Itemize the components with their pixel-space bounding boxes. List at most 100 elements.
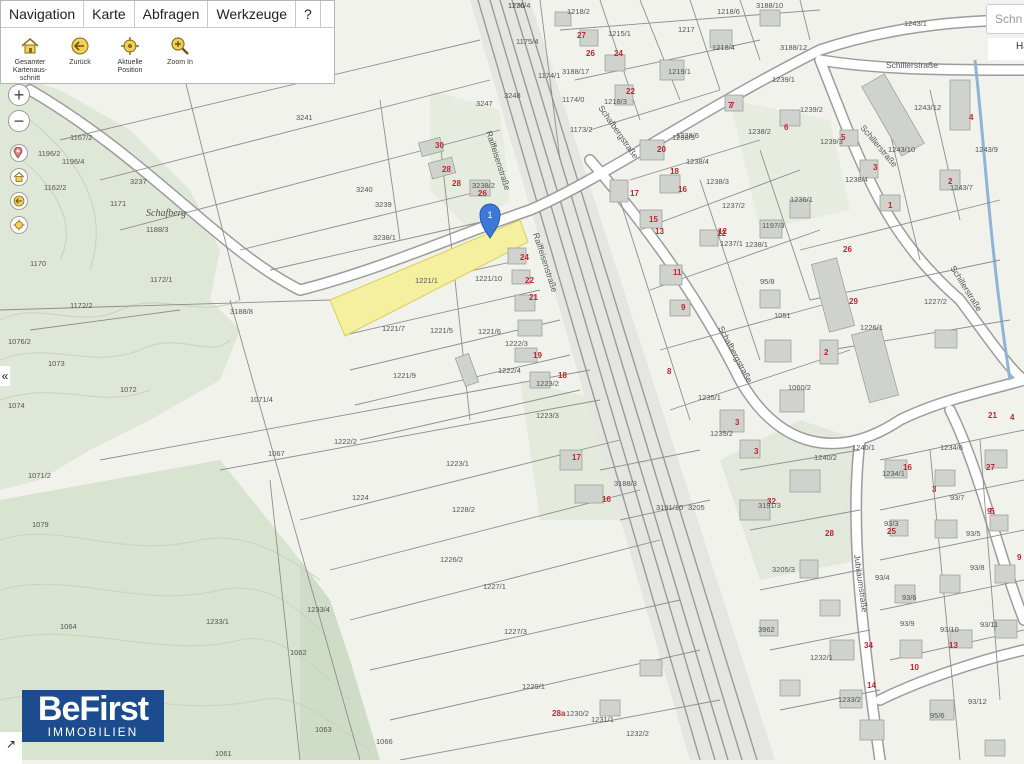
current-position-button[interactable]: Aktuelle Position [105,36,155,83]
house-number-label: 9 [1017,553,1022,562]
parcel-label: 1233/1 [206,617,229,626]
collapse-panel-button[interactable]: « [0,366,10,386]
befirst-logo: BeFirst IMMOBILIEN [22,690,164,742]
parcel-label: 95/6 [930,711,945,720]
toolbar-tools: Gesamter Kartenaus-schnitt Zurück Aktuel… [1,28,334,83]
parcel-label: 1228/2 [452,505,475,514]
tab-help[interactable]: ? [296,1,321,27]
parcel-label: 1232/2 [626,729,649,738]
back-button[interactable]: Zurück [55,36,105,83]
parcel-label: 1230/2 [566,709,589,718]
house-number-label: 12 [717,229,726,238]
house-number-label: 28 [825,529,834,538]
tab-abfragen[interactable]: Abfragen [135,1,209,27]
parcel-label: 1221/6 [478,327,501,336]
house-number-label: 3 [735,418,740,427]
house-number-label: 14 [867,681,876,690]
home-small-icon [13,171,25,182]
parcel-label: 1197/3 [762,221,784,230]
house-number-label: 5 [841,133,846,142]
parcel-label: 93/9 [900,619,915,628]
parcel-label: 1067 [268,449,285,458]
parcel-label: 95/8 [760,277,775,286]
house-number-label: 10 [910,663,919,672]
parcel-label: 1064 [60,622,77,631]
parcel-label: 1066 [376,737,393,746]
parcel-label: 1226/2 [440,555,463,564]
parcel-label: 1074 [8,401,25,410]
full-extent-button[interactable]: Gesamter Kartenaus-schnitt [5,36,55,83]
tab-karte[interactable]: Karte [84,1,135,27]
parcel-label: 1218/3 [604,97,627,106]
parcel-label: 1167/2 [70,133,92,142]
navigation-toolbar: Navigation Karte Abfragen Werkzeuge ? Ge… [0,0,335,84]
parcel-label: 1229/1 [522,682,545,691]
locate-icon [121,37,139,55]
marker-label: 1 [487,210,492,220]
expand-corner-icon[interactable]: ↗ [0,732,22,764]
parcel-label: 3248 [504,91,521,100]
house-number-label: 21 [988,411,997,420]
parcel-label: 1218/4 [712,43,735,52]
search-input[interactable]: Schn [986,4,1024,34]
parcel-label: 1239/3 [820,137,843,146]
parcel-label: 1196/4 [62,157,84,166]
parcel-label: 93/4 [875,573,890,582]
logo-line-2: IMMOBILIEN [47,725,139,739]
house-number-label: 17 [572,453,581,462]
parcel-label: 1170 [30,259,46,268]
parcel-label: 1238/1 [745,240,768,249]
parcel-label: 1238/4 [845,175,868,184]
parcel-label: 3188/3 [614,479,637,488]
parcel-label: 1238/6 [676,131,699,140]
parcel-label: 1171 [110,199,126,208]
parcel-label: 93/5 [966,529,981,538]
house-number-label: 2 [948,177,953,186]
parcel-label: 3188/12 [780,43,807,52]
parcel-label: 1063 [315,725,332,734]
cadastral-map[interactable]: Schillerstraße Raiffeisenstraße Raiffeis… [0,0,1024,760]
parcel-label: 93/10 [940,625,959,634]
house-number-label: 29 [849,297,858,306]
parcel-label: 1243/1 [904,19,927,28]
back-view-button[interactable] [10,192,28,210]
parcel-label: 1234/1 [882,469,905,478]
parcel-label: 1233/4 [307,605,330,614]
home-view-button[interactable] [10,168,28,186]
parcel-label: 3241 [296,113,313,122]
parcel-label: 1221/1 [415,276,438,285]
parcel-label: 1234/6 [940,443,963,452]
parcel-label: 1222/2 [334,437,357,446]
locate-small-icon [13,219,25,231]
zoom-in-button[interactable]: + [8,84,30,106]
parcel-label: 3237 [130,177,147,186]
house-number-label: 6 [784,123,789,132]
parcel-label: 1223/3 [536,411,559,420]
house-number-label: 18 [558,371,567,380]
house-number-label: 32 [767,497,776,506]
locate-pin-button[interactable] [10,144,28,162]
parcel-label: 3239 [375,200,392,209]
position-view-button[interactable] [10,216,28,234]
house-number-label: 7 [728,101,733,110]
parcel-label: 1227/2 [924,297,947,306]
house-number-label: 9 [987,507,992,516]
parcel-label: 3205/3 [772,565,795,574]
tab-werkzeuge[interactable]: Werkzeuge [208,1,297,27]
house-number-label: 34 [864,641,873,650]
back-small-icon [13,195,25,207]
parcel-label: 93/11 [980,620,998,629]
tab-navigation[interactable]: Navigation [1,1,85,27]
home-icon [21,38,39,54]
house-number-label: 28 [452,179,461,188]
parcel-label: 3240 [356,185,373,194]
parcel-label: 1222/4 [498,366,521,375]
parcel-label: 1243/7 [950,183,973,192]
current-position-label: Aktuelle Position [117,59,143,74]
house-number-label: 30 [435,141,444,150]
zoom-out-button[interactable]: − [8,110,30,132]
parcel-label: 3188/8 [230,307,253,316]
zoom-in-tool-button[interactable]: Zoom In [155,36,205,83]
house-number-label: 22 [626,87,635,96]
house-number-label: 21 [529,293,538,302]
